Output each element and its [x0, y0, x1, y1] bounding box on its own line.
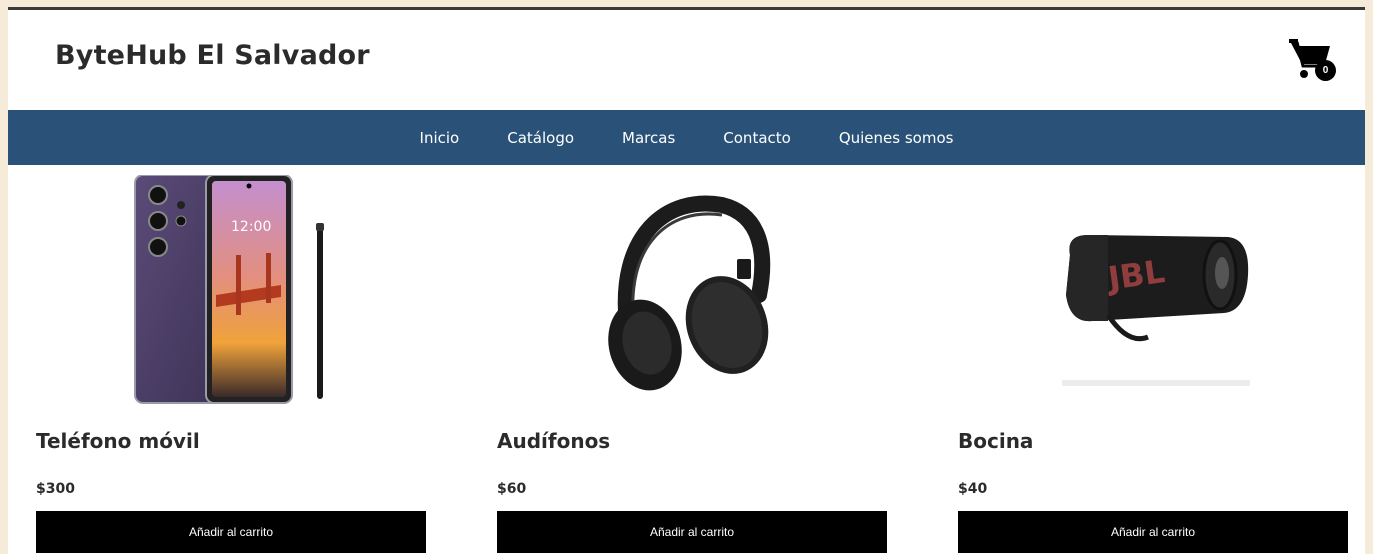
product-price: $40	[958, 481, 988, 497]
product-grid: 12:00 Teléfono móvil $300 Añadir al carr…	[8, 165, 1365, 554]
product-name: Bocina	[958, 429, 1034, 453]
product-card: JBL Bocina $40 Añadir al carrito	[958, 165, 1348, 554]
add-to-cart-button[interactable]: Añadir al carrito	[958, 511, 1348, 553]
svg-text:12:00: 12:00	[231, 219, 271, 235]
product-price: $60	[497, 481, 527, 497]
site-brand[interactable]: ByteHub El Salvador	[55, 40, 370, 71]
nav-item-marcas[interactable]: Marcas	[598, 129, 699, 147]
nav-item-catalogo[interactable]: Catálogo	[483, 129, 598, 147]
nav-item-inicio[interactable]: Inicio	[396, 129, 484, 147]
add-to-cart-button[interactable]: Añadir al carrito	[36, 511, 426, 553]
smartphone-with-stylus-image: 12:00	[36, 174, 426, 410]
page: ByteHub El Salvador 0 Inicio Catálogo Ma…	[8, 7, 1365, 554]
cart-button[interactable]: 0	[1289, 38, 1336, 82]
product-name: Teléfono móvil	[36, 429, 200, 453]
cart-count-badge: 0	[1315, 60, 1336, 81]
add-to-cart-button[interactable]: Añadir al carrito	[497, 511, 887, 553]
product-price: $300	[36, 481, 75, 497]
main-navbar: Inicio Catálogo Marcas Contacto Quienes …	[8, 110, 1365, 165]
nav-item-contacto[interactable]: Contacto	[699, 129, 815, 147]
svg-text:JBL: JBL	[1104, 252, 1167, 298]
nav-item-quienes-somos[interactable]: Quienes somos	[815, 129, 978, 147]
headphones-image	[497, 175, 887, 410]
site-header: ByteHub El Salvador 0	[8, 10, 1365, 110]
product-card: Audífonos $60 Añadir al carrito	[497, 165, 887, 554]
product-name: Audífonos	[497, 429, 611, 453]
speaker-image: JBL	[958, 175, 1348, 410]
product-card: 12:00 Teléfono móvil $300 Añadir al carr…	[36, 165, 426, 554]
